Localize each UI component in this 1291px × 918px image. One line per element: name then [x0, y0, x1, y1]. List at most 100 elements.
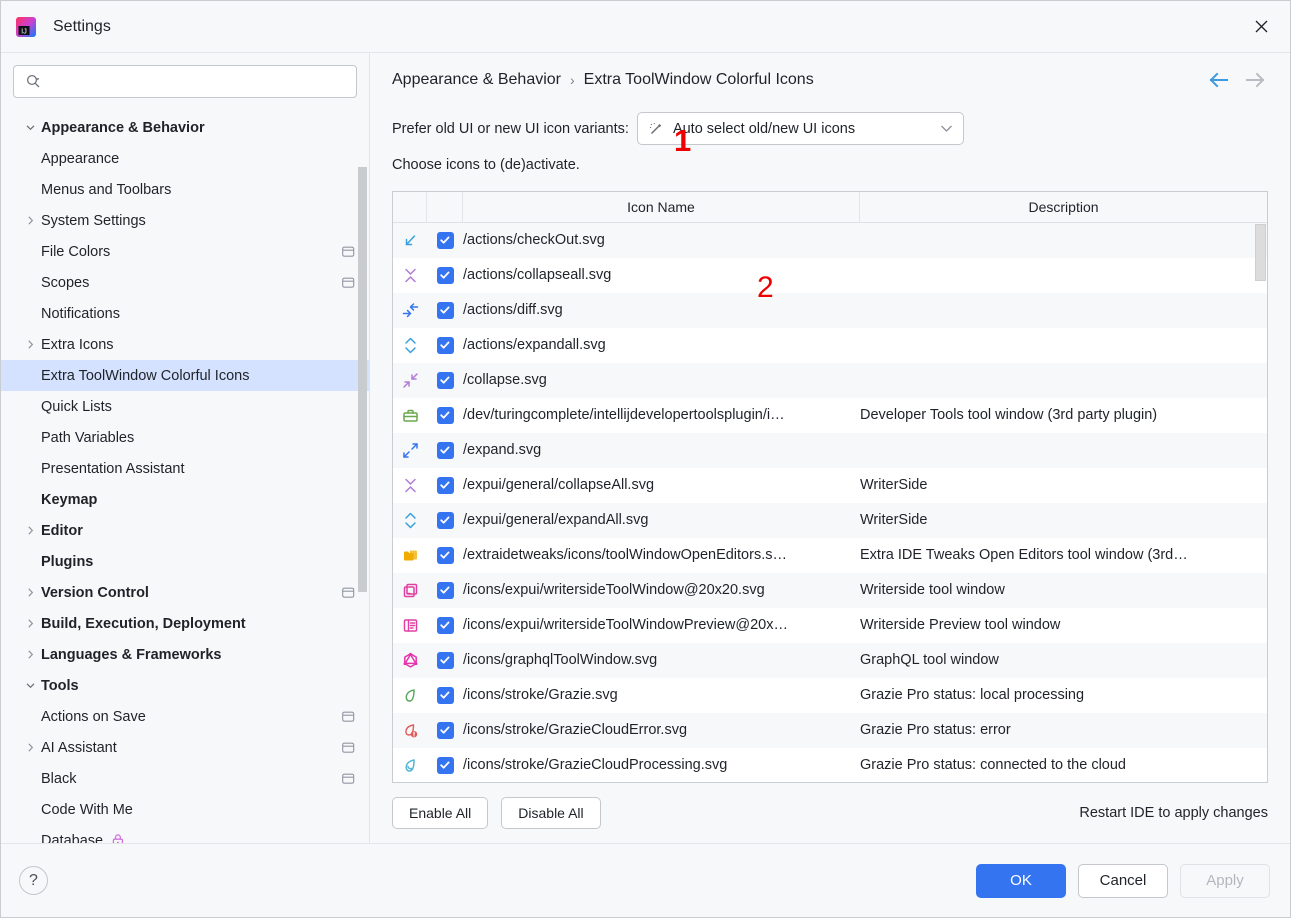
- sidebar-item-database[interactable]: Database: [1, 825, 369, 843]
- ui-variant-dropdown[interactable]: Auto select old/new UI icons: [636, 112, 964, 146]
- table-row[interactable]: /icons/stroke/GrazieCloudError.svg Grazie…: [393, 712, 1267, 748]
- chevron-right-icon[interactable]: [19, 215, 41, 226]
- sidebar-item-presentation-assistant[interactable]: Presentation Assistant: [1, 453, 369, 484]
- chevron-right-icon[interactable]: [19, 525, 41, 536]
- sidebar-item-version-control[interactable]: Version Control: [1, 577, 369, 608]
- sidebar-item-appearance[interactable]: Appearance: [1, 143, 369, 174]
- row-checkbox[interactable]: [427, 721, 463, 739]
- sidebar-item-label: Menus and Toolbars: [41, 181, 172, 198]
- table-row[interactable]: /expui/general/collapseAll.svg WriterSide: [393, 467, 1267, 503]
- sidebar-item-menus-and-toolbars[interactable]: Menus and Toolbars: [1, 174, 369, 205]
- sidebar-item-label: Languages & Frameworks: [41, 646, 222, 663]
- enable-all-button[interactable]: Enable All: [392, 797, 489, 829]
- table-row[interactable]: /actions/collapseall.svg: [393, 257, 1267, 293]
- column-header-icon-name[interactable]: Icon Name: [463, 191, 860, 222]
- chevron-down-icon[interactable]: [19, 680, 41, 691]
- table-row[interactable]: /extraidetweaks/icons/toolWindowOpenEdit…: [393, 537, 1267, 573]
- table-scrollbar[interactable]: [1255, 223, 1266, 281]
- arrow-left-icon[interactable]: [1208, 72, 1229, 88]
- sidebar-item-languages-frameworks[interactable]: Languages & Frameworks: [1, 639, 369, 670]
- search-input[interactable]: [49, 72, 348, 91]
- column-header-description[interactable]: Description: [860, 192, 1267, 222]
- sidebar-item-quick-lists[interactable]: Quick Lists: [1, 391, 369, 422]
- sidebar-item-extra-toolwindow-colorful-icons[interactable]: Extra ToolWindow Colorful Icons: [1, 360, 369, 391]
- breadcrumb-current: Extra ToolWindow Colorful Icons: [583, 71, 814, 88]
- sidebar-item-tools[interactable]: Tools: [1, 670, 369, 701]
- row-checkbox[interactable]: [427, 266, 463, 284]
- breadcrumb-parent[interactable]: Appearance & Behavior: [392, 71, 561, 89]
- intellij-idea-logo: IJ: [15, 16, 37, 38]
- table-row[interactable]: /icons/expui/writersideToolWindowPreview…: [393, 607, 1267, 643]
- sidebar-item-scopes[interactable]: Scopes: [1, 267, 369, 298]
- table-row[interactable]: /collapse.svg: [393, 362, 1267, 398]
- collapse-icon: [393, 372, 427, 389]
- row-checkbox[interactable]: [427, 581, 463, 599]
- diff-arrows-icon: [393, 302, 427, 319]
- row-checkbox[interactable]: [427, 406, 463, 424]
- row-checkbox[interactable]: [427, 231, 463, 249]
- sidebar-item-notifications[interactable]: Notifications: [1, 298, 369, 329]
- column-header-checkbox[interactable]: [427, 191, 463, 222]
- table-row[interactable]: /icons/expui/writersideToolWindow@20x20.…: [393, 572, 1267, 608]
- table-row[interactable]: /dev/turingcomplete/intellijdevelopertoo…: [393, 397, 1267, 433]
- help-button[interactable]: ?: [19, 866, 48, 895]
- sidebar-item-actions-on-save[interactable]: Actions on Save: [1, 701, 369, 732]
- search-area: [1, 53, 369, 108]
- footer-buttons: OK Cancel Apply: [976, 863, 1270, 898]
- sidebar-item-path-variables[interactable]: Path Variables: [1, 422, 369, 453]
- chevron-right-icon[interactable]: [19, 618, 41, 629]
- icon-name-cell: /dev/turingcomplete/intellijdevelopertoo…: [463, 407, 785, 424]
- sidebar-item-label: Appearance: [41, 150, 120, 167]
- chevron-right-icon[interactable]: [19, 742, 41, 753]
- table-row[interactable]: /expui/general/expandAll.svg WriterSide: [393, 502, 1267, 538]
- sidebar-item-editor[interactable]: Editor: [1, 515, 369, 546]
- chevron-right-icon[interactable]: [19, 339, 41, 350]
- description-cell: Writerside tool window: [860, 582, 1005, 599]
- chevron-right-icon[interactable]: [19, 649, 41, 660]
- table-row[interactable]: /icons/stroke/Grazie.svg Grazie Pro statu…: [393, 677, 1267, 713]
- row-checkbox[interactable]: [427, 546, 463, 564]
- sidebar-item-system-settings[interactable]: System Settings: [1, 205, 369, 236]
- row-checkbox[interactable]: [427, 476, 463, 494]
- sidebar-item-extra-icons[interactable]: Extra Icons: [1, 329, 369, 360]
- table-row[interactable]: /actions/checkOut.svg: [393, 222, 1267, 258]
- magic-wand-icon: [648, 121, 664, 137]
- row-checkbox[interactable]: [427, 336, 463, 354]
- chevron-down-icon[interactable]: [19, 122, 41, 133]
- sidebar-item-black[interactable]: Black: [1, 763, 369, 794]
- row-checkbox[interactable]: [427, 616, 463, 634]
- search-box[interactable]: [13, 65, 357, 98]
- description-cell: GraphQL tool window: [860, 652, 999, 669]
- sidebar-scrollbar[interactable]: [358, 167, 367, 592]
- sidebar-item-label: Code With Me: [41, 801, 133, 818]
- row-checkbox[interactable]: [427, 441, 463, 459]
- description-cell: Grazie Pro status: local processing: [860, 687, 1085, 704]
- row-checkbox[interactable]: [427, 371, 463, 389]
- sidebar-item-code-with-me[interactable]: Code With Me: [1, 794, 369, 825]
- ok-button[interactable]: OK: [976, 863, 1066, 898]
- table-row[interactable]: /icons/graphqlToolWindow.svg GraphQL tool…: [393, 642, 1267, 678]
- row-checkbox[interactable]: [427, 686, 463, 704]
- table-row[interactable]: /expand.svg: [393, 432, 1267, 468]
- sidebar-item-file-colors[interactable]: File Colors: [1, 236, 369, 267]
- icon-name-cell: /extraidetweaks/icons/toolWindowOpenEdit…: [463, 547, 787, 564]
- cancel-button[interactable]: Cancel: [1078, 863, 1168, 898]
- row-checkbox[interactable]: [427, 301, 463, 319]
- chevron-right-icon[interactable]: [19, 587, 41, 598]
- table-row[interactable]: /actions/diff.svg: [393, 292, 1267, 328]
- title-bar: IJ Settings: [1, 1, 1290, 53]
- row-checkbox[interactable]: [427, 756, 463, 774]
- table-row[interactable]: /icons/stroke/GrazieCloudProcessing.svg G…: [393, 747, 1267, 782]
- column-header-icon[interactable]: [393, 191, 427, 222]
- close-icon[interactable]: [1246, 12, 1276, 42]
- sidebar-item-ai-assistant[interactable]: AI Assistant: [1, 732, 369, 763]
- sidebar-item-plugins[interactable]: Plugins: [1, 546, 369, 577]
- disable-all-button[interactable]: Disable All: [501, 797, 601, 829]
- table-row[interactable]: /actions/expandall.svg: [393, 327, 1267, 363]
- sidebar-item-appearance-behavior[interactable]: Appearance & Behavior: [1, 112, 369, 143]
- sidebar-item-build-execution-deployment[interactable]: Build, Execution, Deployment: [1, 608, 369, 639]
- toolbox-icon: [393, 407, 427, 424]
- row-checkbox[interactable]: [427, 651, 463, 669]
- row-checkbox[interactable]: [427, 511, 463, 529]
- sidebar-item-keymap[interactable]: Keymap: [1, 484, 369, 515]
